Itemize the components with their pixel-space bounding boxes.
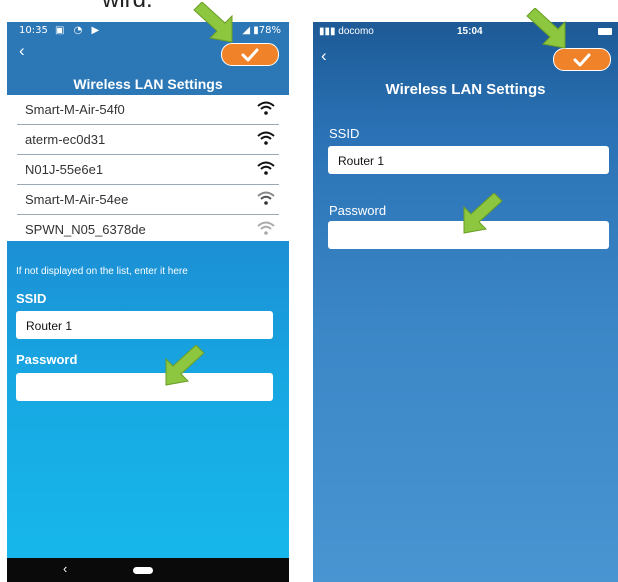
wifi-icon: [257, 191, 275, 205]
ssid-label: SSID: [329, 126, 360, 141]
ssid-label: SSID: [16, 291, 47, 306]
password-field[interactable]: [16, 373, 273, 401]
pointer-arrow-icon: [193, 2, 233, 43]
caption-text: wird.: [102, 0, 153, 14]
app-header: 10:35 ▣ ◔ ▶ ◢ ▮78% ‹ Wireless LAN Settin…: [7, 22, 289, 95]
left-phone-screen: 10:35 ▣ ◔ ▶ ◢ ▮78% ‹ Wireless LAN Settin…: [7, 22, 289, 582]
back-icon[interactable]: ‹: [19, 41, 25, 61]
wifi-network-list[interactable]: Smart-M-Air-54f0 aterm-ec0d31 N01J-55e6e…: [7, 95, 289, 241]
list-item[interactable]: Smart-M-Air-54f0: [17, 95, 279, 125]
password-label: Password: [329, 203, 387, 218]
carrier-signal: ▮▮▮ docomo: [319, 26, 374, 37]
pointer-arrow-icon: [165, 345, 205, 386]
right-phone-screen: ▮▮▮ docomo 15:04 ‹ Wireless LAN Settings…: [313, 22, 618, 582]
network-name: Smart-M-Air-54f0: [25, 102, 125, 117]
pointer-arrow-icon: [463, 193, 503, 234]
network-name: aterm-ec0d31: [25, 132, 106, 147]
status-time: 10:35: [19, 25, 48, 36]
wifi-icon: [257, 101, 275, 115]
password-label: Password: [16, 352, 78, 367]
manual-entry-hint: If not displayed on the list, enter it h…: [16, 266, 188, 277]
checkmark-icon: [241, 48, 259, 61]
wifi-icon: [257, 161, 275, 175]
page-title: Wireless LAN Settings: [385, 81, 546, 98]
status-bar: 10:35 ▣ ◔ ▶ ◢ ▮78%: [15, 25, 281, 39]
checkmark-icon: [573, 53, 591, 66]
list-item[interactable]: N01J-55e6e1: [17, 155, 279, 185]
ssid-field[interactable]: Router 1: [16, 311, 273, 339]
nav-back-icon[interactable]: ‹: [63, 561, 67, 576]
nav-home-icon[interactable]: [133, 567, 153, 574]
network-name: SPWN_N05_6378de: [25, 222, 146, 237]
android-nav-bar: ‹: [7, 558, 289, 582]
list-item[interactable]: SPWN_N05_6378de: [17, 215, 279, 241]
pointer-arrow-icon: [526, 8, 566, 49]
network-name: Smart-M-Air-54ee: [25, 192, 129, 207]
status-time: 15:04: [457, 26, 483, 37]
manual-entry-form: If not displayed on the list, enter it h…: [7, 241, 289, 582]
list-item[interactable]: aterm-ec0d31: [17, 125, 279, 155]
status-icons: ▣ ◔ ▶: [55, 25, 103, 36]
list-item[interactable]: Smart-M-Air-54ee: [17, 185, 279, 215]
wifi-icon: [257, 221, 275, 235]
back-icon[interactable]: ‹: [321, 46, 327, 66]
ssid-field[interactable]: Router 1: [328, 146, 609, 174]
network-name: N01J-55e6e1: [25, 162, 104, 177]
wifi-icon: [257, 131, 275, 145]
battery-indicator: ◢ ▮78%: [242, 25, 281, 36]
battery-icon: [598, 28, 612, 35]
page-title: Wireless LAN Settings: [73, 76, 223, 92]
